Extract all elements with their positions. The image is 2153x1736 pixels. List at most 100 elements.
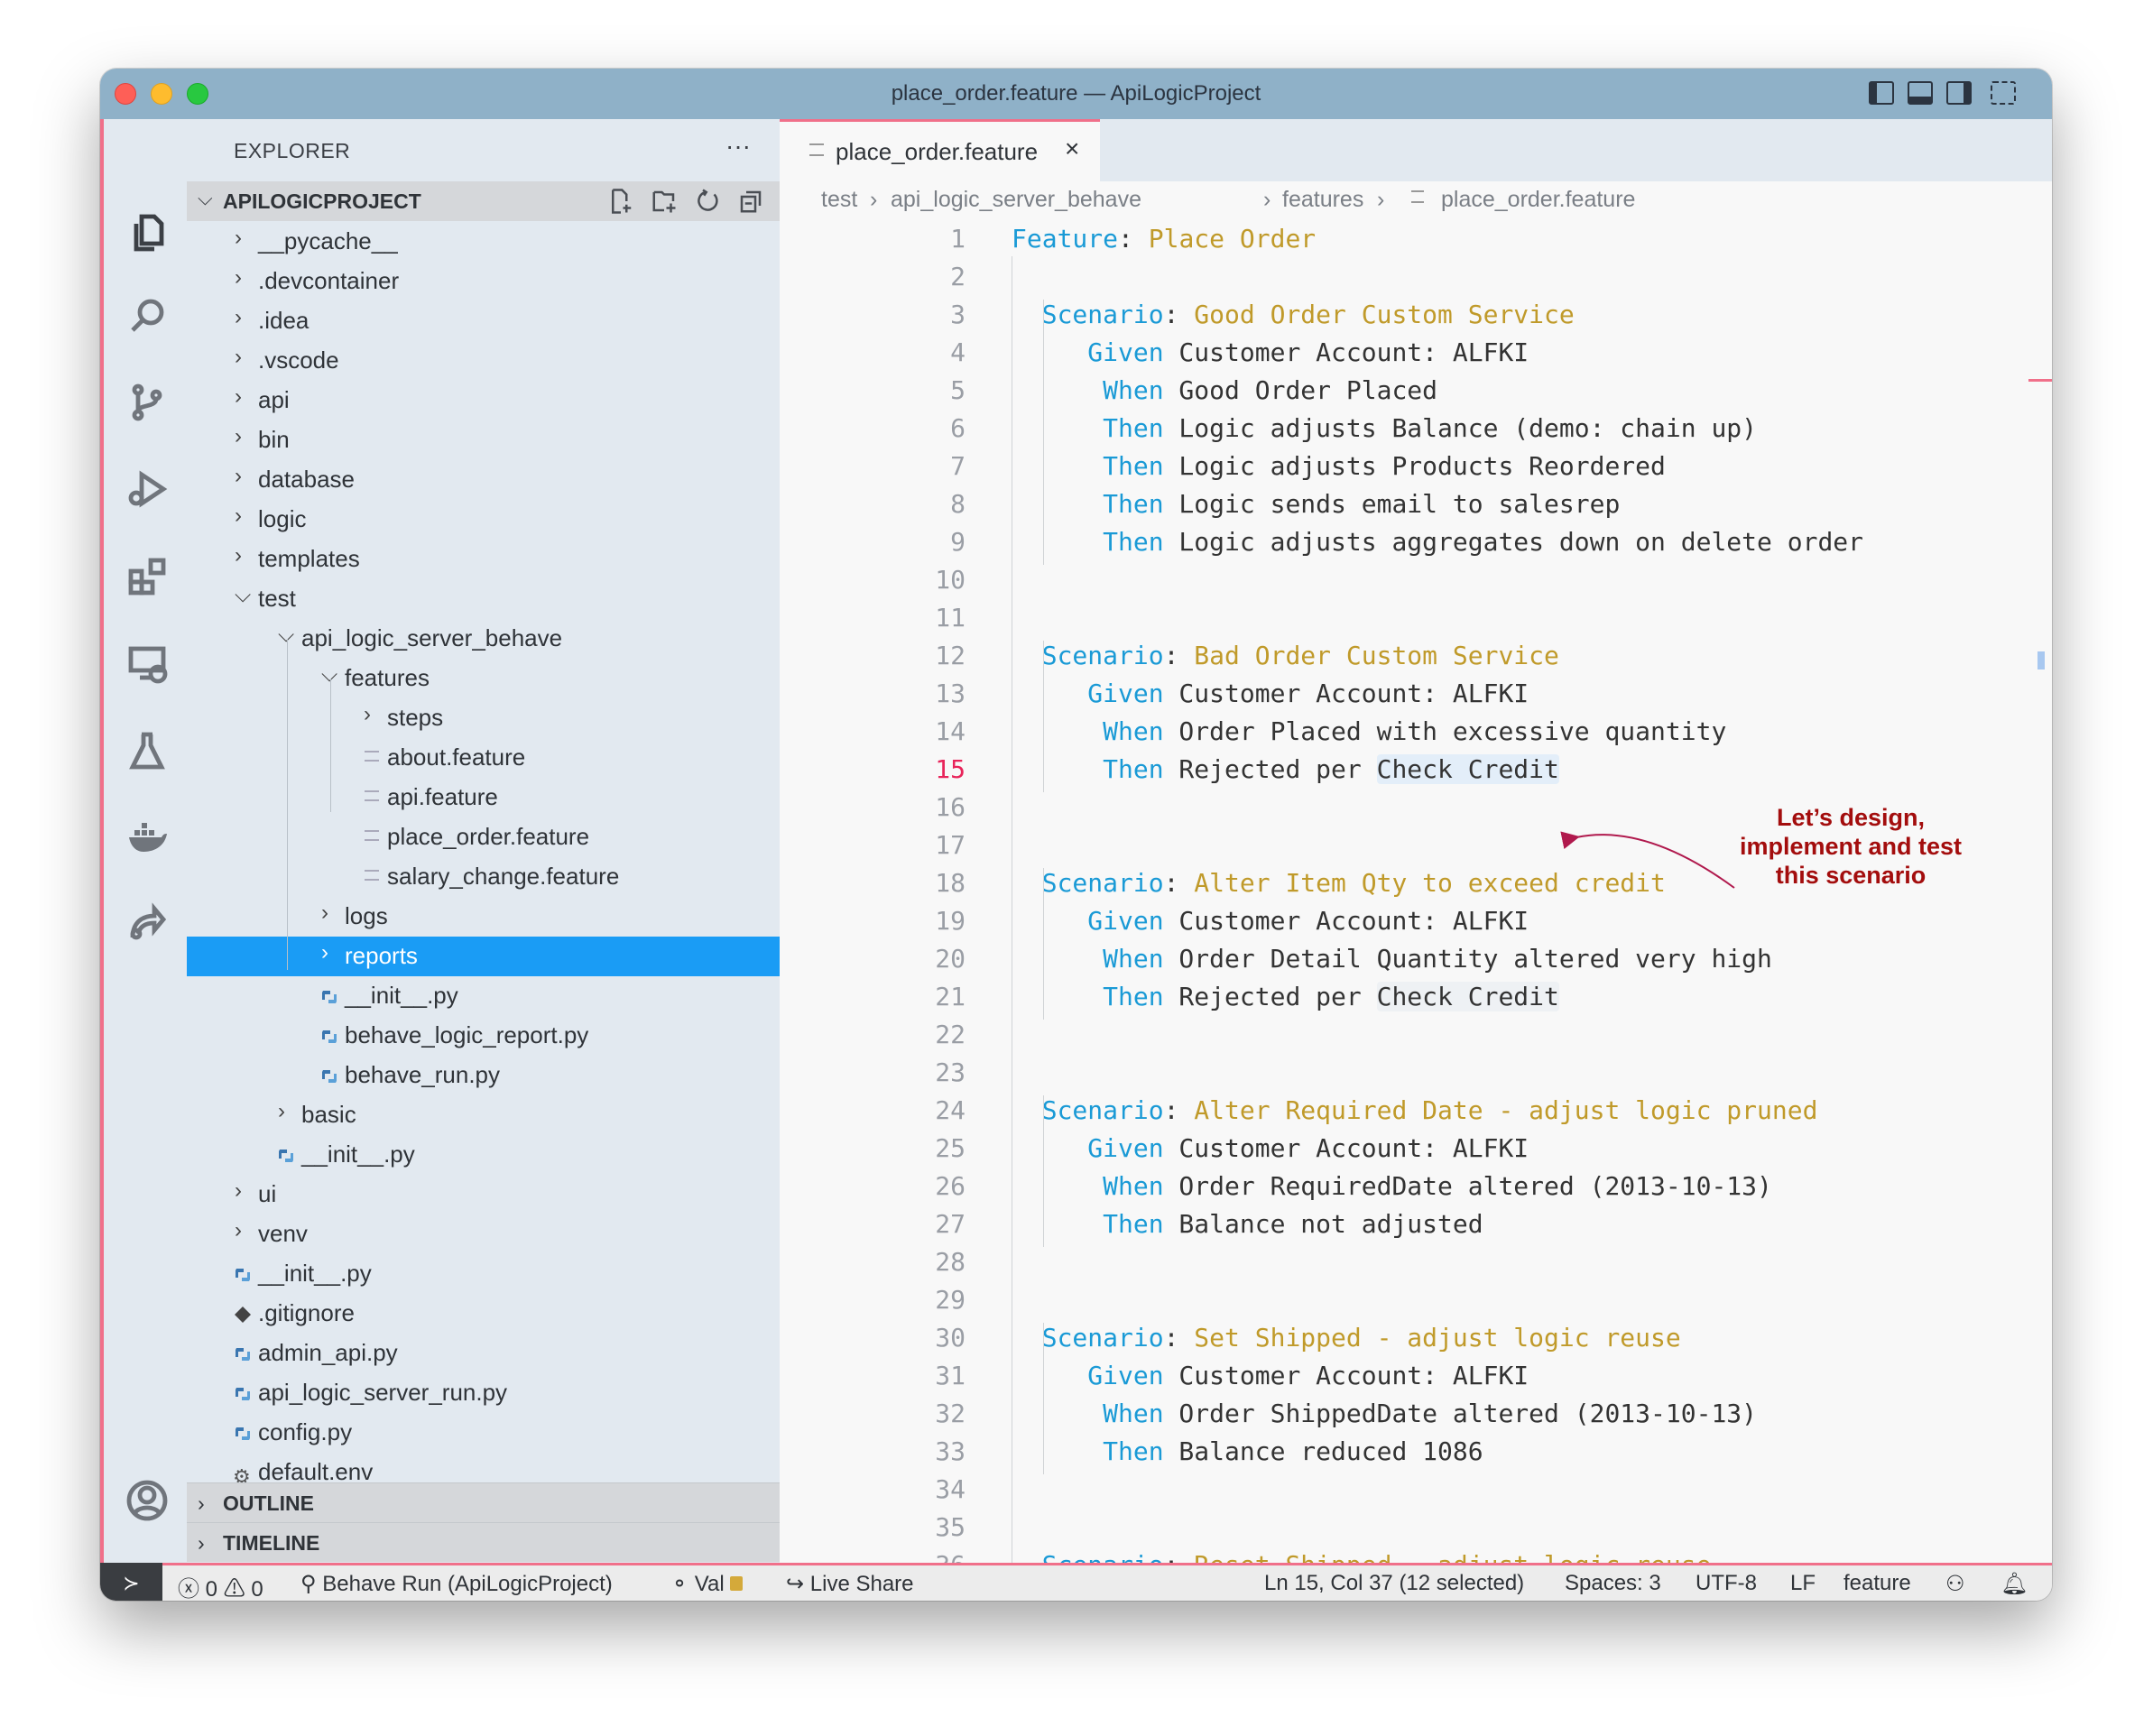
git-file-icon [233, 1303, 253, 1323]
gherkin-keyword: When [1012, 375, 1164, 405]
gherkin-keyword: Scenario [1012, 1323, 1164, 1353]
live-share-icon[interactable] [124, 900, 171, 946]
docker-icon[interactable] [124, 814, 171, 861]
cursor-position[interactable]: Ln 15, Col 37 (12 selected) [1264, 1571, 1524, 1596]
tree-item[interactable]: › database [187, 460, 780, 500]
feature-file-icon [362, 747, 382, 767]
code-line: Scenario: Set Shipped - adjust logic reu… [1012, 1323, 1681, 1353]
tree-item[interactable]: behave_logic_report.py [187, 1016, 780, 1056]
lock-icon [730, 1576, 744, 1591]
gherkin-keyword: Scenario [1012, 868, 1164, 898]
tree-item[interactable]: place_order.feature [187, 817, 780, 857]
gherkin-keyword: Then [1012, 489, 1164, 519]
line-number: 28 [935, 1247, 966, 1277]
tree-item[interactable]: behave_run.py [187, 1056, 780, 1095]
tree-item[interactable]: ⌵ test [187, 579, 780, 619]
vscode-window: place_order.feature — ApiLogicProject EX… [100, 69, 2052, 1601]
val-status[interactable]: ⚬ Val [670, 1571, 744, 1597]
search-icon[interactable] [124, 292, 171, 339]
tree-item-label: steps [387, 704, 444, 731]
tree-item[interactable]: __init__.py [187, 976, 780, 1016]
breadcrumb-item[interactable]: test [821, 187, 857, 213]
tree-item[interactable]: ⌵ api_logic_server_behave [187, 619, 780, 659]
tree-item[interactable]: › basic [187, 1095, 780, 1135]
breadcrumb-item[interactable]: api_logic_server_behave [891, 187, 1141, 213]
tree-item[interactable]: __init__.py [187, 1254, 780, 1294]
tree-item-label: __init__.py [345, 982, 458, 1009]
tree-item[interactable]: about.feature [187, 738, 780, 778]
eol-status[interactable]: LF [1790, 1571, 1816, 1596]
toggle-secondary-sidebar-icon[interactable] [1946, 81, 1972, 105]
collapse-all-icon[interactable] [737, 187, 764, 216]
timeline-section[interactable]: › TIMELINE [187, 1522, 780, 1562]
encoding-status[interactable]: UTF-8 [1696, 1571, 1757, 1596]
extensions-icon[interactable] [124, 553, 171, 600]
new-file-icon[interactable] [607, 187, 634, 216]
tree-item[interactable]: salary_change.feature [187, 857, 780, 897]
annotation-line: implement and test [1739, 833, 1963, 860]
gherkin-keyword: Scenario [1012, 300, 1164, 329]
remote-explorer-icon[interactable] [124, 640, 171, 687]
gherkin-keyword: Scenario [1012, 1095, 1164, 1125]
tree-item[interactable]: admin_api.py [187, 1334, 780, 1373]
accounts-icon[interactable]: ⚇ [1945, 1571, 1965, 1597]
tree-item[interactable]: __init__.py [187, 1135, 780, 1175]
tree-item[interactable]: › ui [187, 1175, 780, 1214]
tree-item[interactable]: › venv [187, 1214, 780, 1254]
close-tab-icon[interactable]: × [1065, 134, 1079, 163]
tab-place-order-feature[interactable]: place_order.feature × [780, 119, 1100, 181]
tree-item[interactable]: › steps [187, 698, 780, 738]
refresh-icon[interactable] [694, 187, 721, 216]
tree-item[interactable]: › reports [187, 937, 780, 976]
tree-item[interactable]: › logic [187, 500, 780, 540]
run-debug-icon[interactable] [124, 466, 171, 512]
tree-item[interactable]: › templates [187, 540, 780, 579]
indent-guide [1043, 1323, 1044, 1474]
breadcrumb-item[interactable]: features [1282, 187, 1363, 213]
tree-item[interactable]: › api [187, 381, 780, 420]
project-header[interactable]: ⌵ APILOGICPROJECT [187, 181, 780, 221]
tree-item[interactable]: › .idea [187, 301, 780, 341]
behave-run-status[interactable]: ⚲ Behave Run (ApiLogicProject) [300, 1571, 613, 1597]
tree-item[interactable]: › __pycache__ [187, 222, 780, 262]
step-text: Set Shipped - adjust logic reuse [1194, 1323, 1681, 1353]
tree-item[interactable]: ⚙ default.env [187, 1453, 780, 1482]
problems-status[interactable]: ⓧ 0 ⚠ 0 [178, 1571, 263, 1601]
separator: : [1163, 1323, 1195, 1353]
tree-item[interactable]: › bin [187, 420, 780, 460]
code-line: Then Balance not adjusted [1012, 1209, 1483, 1239]
testing-icon[interactable] [124, 727, 171, 774]
tree-item[interactable]: api.feature [187, 778, 780, 817]
tree-item[interactable]: › logs [187, 897, 780, 937]
remote-indicator-button[interactable]: ≻ [100, 1563, 162, 1601]
breadcrumb-item[interactable]: place_order.feature [1441, 187, 1635, 213]
tree-item[interactable]: › .devcontainer [187, 262, 780, 301]
tree-item-label: api.feature [387, 783, 498, 810]
new-folder-icon[interactable] [651, 187, 678, 216]
tree-item[interactable]: .gitignore [187, 1294, 780, 1334]
step-text: Logic sends email to salesrep [1163, 489, 1621, 519]
tree-item[interactable]: config.py [187, 1413, 780, 1453]
outline-section[interactable]: › OUTLINE [187, 1482, 780, 1522]
more-actions-button[interactable]: ··· [725, 132, 751, 161]
separator: : [1164, 1550, 1195, 1563]
language-mode[interactable]: feature [1843, 1571, 1911, 1596]
indentation-status[interactable]: Spaces: 3 [1565, 1571, 1661, 1596]
toggle-primary-sidebar-icon[interactable] [1869, 81, 1894, 105]
scrollbar-thumb[interactable] [2037, 651, 2045, 669]
val-label: Val [694, 1572, 725, 1596]
account-icon[interactable] [124, 1477, 171, 1524]
code-editor[interactable]: 1 Feature: Place Order 2 3 Scenario: Good O… [780, 220, 2025, 1563]
tree-item-label: place_order.feature [387, 823, 590, 850]
source-control-icon[interactable] [124, 379, 171, 426]
notifications-bell-icon[interactable]: 🔔︎ [2001, 1571, 2028, 1597]
gherkin-keyword: Feature [1012, 224, 1119, 254]
toggle-panel-icon[interactable] [1908, 81, 1933, 105]
step-text: Balance not adjusted [1163, 1209, 1483, 1239]
explorer-icon[interactable] [124, 209, 171, 256]
customize-layout-icon[interactable] [1991, 81, 2016, 105]
tree-item[interactable]: ⌵ features [187, 659, 780, 698]
live-share-status[interactable]: ↪ Live Share [786, 1571, 914, 1597]
tree-item[interactable]: api_logic_server_run.py [187, 1373, 780, 1413]
tree-item[interactable]: › .vscode [187, 341, 780, 381]
